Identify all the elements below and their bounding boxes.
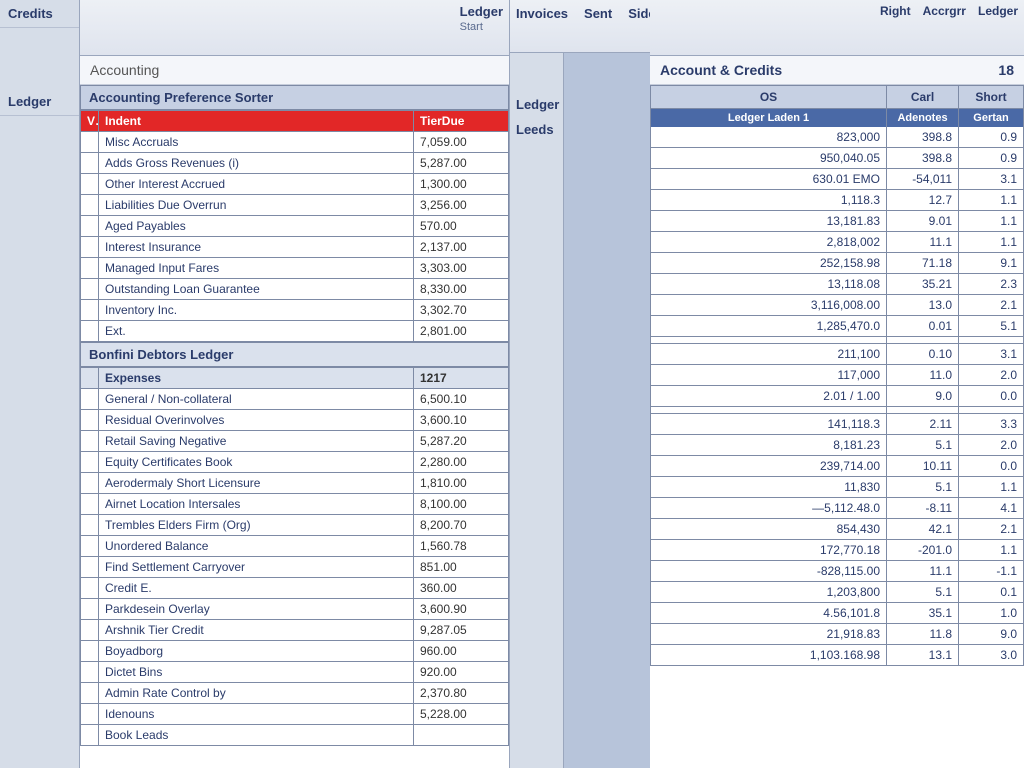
table-row[interactable] xyxy=(650,337,1024,344)
table-row[interactable]: Book Leads xyxy=(81,725,509,746)
right-sub-header: Ledger Laden 1 Adenotes Gertan xyxy=(650,109,1024,127)
table-row[interactable]: Idenouns5,228.00 xyxy=(81,704,509,725)
table-row[interactable]: Adds Gross Revenues (i)5,287.00 xyxy=(81,153,509,174)
left-header: Ledger Start xyxy=(80,0,509,56)
mid-tabs: Invoices Sent Sidebar xyxy=(510,0,650,53)
table-row[interactable]: 630.01 EMO-54,0113.1 xyxy=(650,169,1024,190)
table-row[interactable]: Managed Input Fares3,303.00 xyxy=(81,258,509,279)
r-bread-title: Account & Credits xyxy=(660,62,782,78)
middle-pane: Invoices Sent Sidebar Ledger Leeds xyxy=(510,0,650,768)
rsub-2: Adenotes xyxy=(887,109,959,127)
breadcrumb-left: Accounting xyxy=(80,56,509,85)
table-row[interactable]: Admin Rate Control by2,370.80 xyxy=(81,683,509,704)
left-tab-strip: Credits Ledger xyxy=(0,0,80,768)
right-header: Right Accrgrr Ledger xyxy=(650,0,1024,56)
table-row[interactable]: Find Settlement Carryover851.00 xyxy=(81,557,509,578)
col-tierdue[interactable]: TierDue xyxy=(414,111,509,132)
table-row[interactable]: 8,181.235.12.0 xyxy=(650,435,1024,456)
section1-title: Accounting Preference Sorter xyxy=(80,85,509,110)
table-row[interactable]: Inventory Inc.3,302.70 xyxy=(81,300,509,321)
rsub-3: Gertan xyxy=(959,109,1023,127)
midside-ledger[interactable]: Ledger xyxy=(516,97,557,112)
tab-sent[interactable]: Sent xyxy=(584,6,612,21)
table-row[interactable]: Airnet Location Intersales8,100.00 xyxy=(81,494,509,515)
table-row[interactable]: Dictet Bins920.00 xyxy=(81,662,509,683)
mid-side-strip: Ledger Leeds xyxy=(510,53,564,768)
subhead-val: 1217 xyxy=(414,368,509,389)
table-row[interactable]: 2.01 / 1.009.00.0 xyxy=(650,386,1024,407)
table-row[interactable]: 117,00011.02.0 xyxy=(650,365,1024,386)
left-header-sub: Start xyxy=(460,21,503,33)
table-row[interactable]: 239,714.0010.110.0 xyxy=(650,456,1024,477)
table-row[interactable]: 13,181.839.011.1 xyxy=(650,211,1024,232)
table-row[interactable]: 211,1000.103.1 xyxy=(650,344,1024,365)
table-row[interactable]: 1,118.312.71.1 xyxy=(650,190,1024,211)
rcol-os[interactable]: OS xyxy=(651,86,887,108)
table-row[interactable]: Parkdesein Overlay3,600.90 xyxy=(81,599,509,620)
table-row[interactable]: 2,818,00211.11.1 xyxy=(650,232,1024,253)
col-marker[interactable]: V xyxy=(81,111,99,132)
table-row[interactable]: Other Interest Accrued1,300.00 xyxy=(81,174,509,195)
table-row[interactable]: Residual Overinvolves3,600.10 xyxy=(81,410,509,431)
table-row[interactable]: 13,118.0835.212.3 xyxy=(650,274,1024,295)
table-row[interactable]: General / Non-collateral6,500.10 xyxy=(81,389,509,410)
table-row[interactable]: Liabilities Due Overrun3,256.00 xyxy=(81,195,509,216)
table-section2: Expenses 1217 General / Non-collateral6,… xyxy=(80,367,509,746)
table-row[interactable]: Aerodermaly Short Licensure1,810.00 xyxy=(81,473,509,494)
section2-title: Bonfini Debtors Ledger xyxy=(80,342,509,367)
rhdr-c1: Right xyxy=(880,4,911,18)
table-row[interactable]: Misc Accruals7,059.00 xyxy=(81,132,509,153)
table-row[interactable]: 950,040.05398.80.9 xyxy=(650,148,1024,169)
table-row[interactable]: Arshnik Tier Credit9,287.05 xyxy=(81,620,509,641)
table-row[interactable]: 4.56,101.835.11.0 xyxy=(650,603,1024,624)
right-pane: Right Accrgrr Ledger Account & Credits 1… xyxy=(650,0,1024,768)
table-row[interactable]: Outstanding Loan Guarantee8,330.00 xyxy=(81,279,509,300)
table-row[interactable]: Credit E.360.00 xyxy=(81,578,509,599)
left-pane: Ledger Start Accounting Accounting Prefe… xyxy=(80,0,510,768)
tab-credits[interactable]: Credits xyxy=(0,0,79,28)
table-row[interactable]: 854,43042.12.1 xyxy=(650,519,1024,540)
tab-invoices[interactable]: Invoices xyxy=(516,6,568,21)
subhead-name: Expenses xyxy=(99,368,414,389)
rcol-carl[interactable]: Carl xyxy=(887,86,959,108)
table-row[interactable]: 823,000398.80.9 xyxy=(650,127,1024,148)
table-row[interactable]: Boyadborg960.00 xyxy=(81,641,509,662)
table-row[interactable]: 21,918.8311.89.0 xyxy=(650,624,1024,645)
table-section1: V Indent TierDue Misc Accruals7,059.00Ad… xyxy=(80,110,509,342)
table-row[interactable]: 1,203,8005.10.1 xyxy=(650,582,1024,603)
r-bread-num: 18 xyxy=(998,62,1014,78)
table-row[interactable]: 3,116,008.0013.02.1 xyxy=(650,295,1024,316)
table-row[interactable]: Equity Certificates Book2,280.00 xyxy=(81,452,509,473)
rhdr-c2: Accrgrr xyxy=(923,4,966,18)
table-row[interactable]: Retail Saving Negative5,287.20 xyxy=(81,431,509,452)
table-row[interactable]: Unordered Balance1,560.78 xyxy=(81,536,509,557)
right-col-header: OS Carl Short xyxy=(650,85,1024,109)
table-row[interactable]: 1,103.168.9813.13.0 xyxy=(650,645,1024,666)
table-row[interactable]: 1,285,470.00.015.1 xyxy=(650,316,1024,337)
table-row[interactable]: Interest Insurance2,137.00 xyxy=(81,237,509,258)
table-row[interactable]: Ext.2,801.00 xyxy=(81,321,509,342)
table-row[interactable]: —5,112.48.0-8.114.1 xyxy=(650,498,1024,519)
midside-leeds[interactable]: Leeds xyxy=(516,122,557,137)
table-row[interactable]: 252,158.9871.189.1 xyxy=(650,253,1024,274)
breadcrumb-right: Account & Credits 18 xyxy=(650,56,1024,85)
rhdr-c3: Ledger xyxy=(978,4,1018,18)
right-table-body: 823,000398.80.9950,040.05398.80.9630.01 … xyxy=(650,127,1024,666)
table-row[interactable]: 172,770.18-201.01.1 xyxy=(650,540,1024,561)
rcol-short[interactable]: Short xyxy=(959,86,1023,108)
table-row[interactable]: Trembles Elders Firm (Org)8,200.70 xyxy=(81,515,509,536)
col-indent[interactable]: Indent xyxy=(99,111,414,132)
table-row[interactable]: 141,118.32.113.3 xyxy=(650,414,1024,435)
table-row[interactable]: 11,8305.11.1 xyxy=(650,477,1024,498)
table-row[interactable]: Aged Payables570.00 xyxy=(81,216,509,237)
left-header-title: Ledger xyxy=(460,4,503,19)
table-row[interactable] xyxy=(650,407,1024,414)
rsub-1: Ledger Laden 1 xyxy=(651,109,887,127)
tab-ledger[interactable]: Ledger xyxy=(0,88,79,116)
table-row[interactable]: -828,115.0011.1-1.1 xyxy=(650,561,1024,582)
